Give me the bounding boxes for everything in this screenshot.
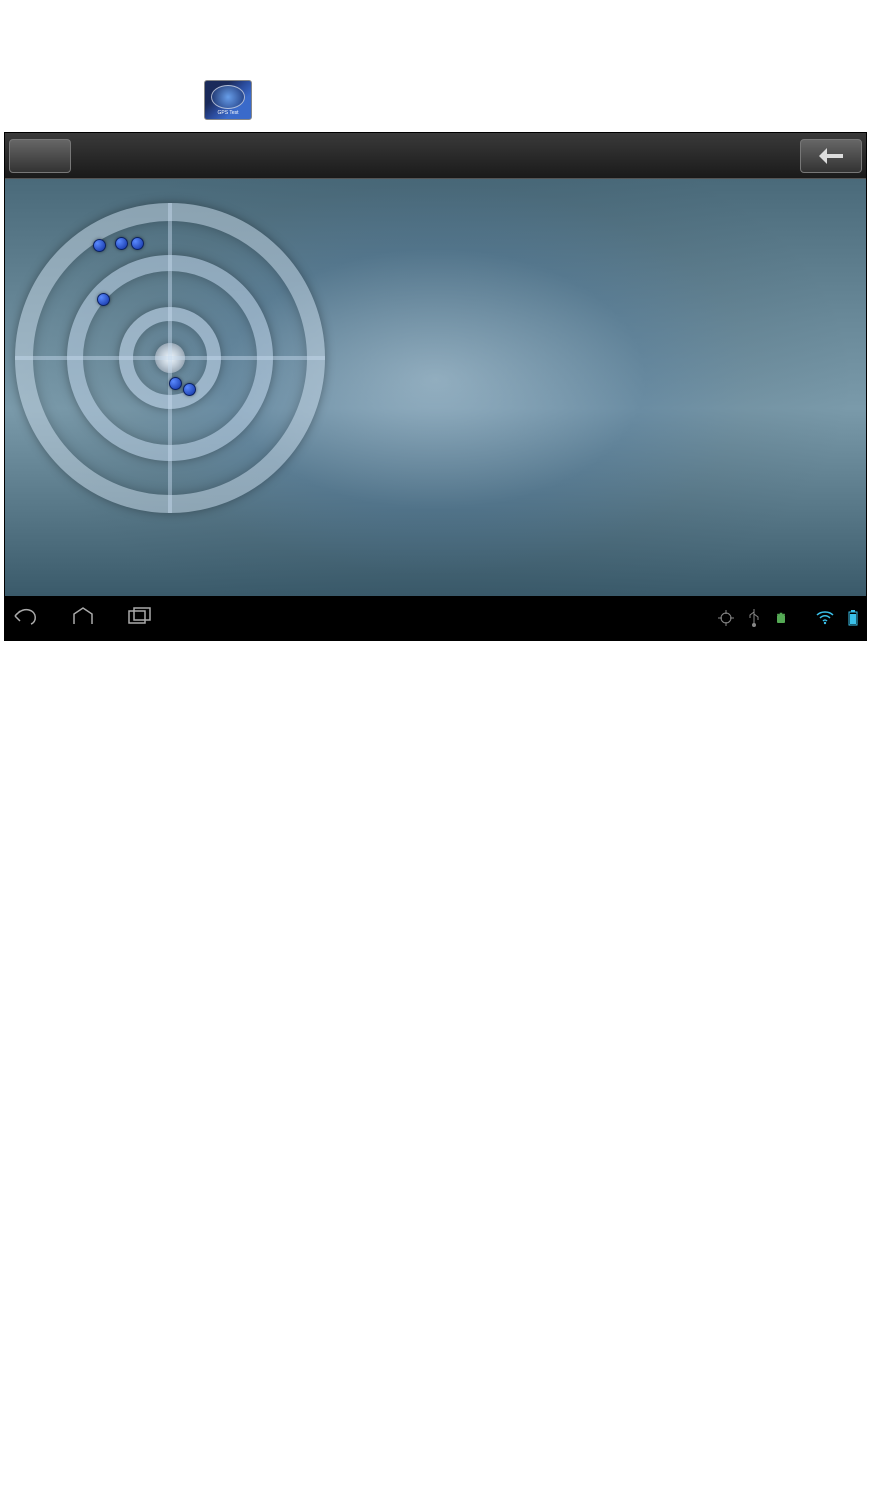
list-item [168,80,867,120]
wifi-icon [816,611,834,628]
gps-screenshot [4,132,867,641]
screenshot-body [5,179,866,596]
back-arrow-icon [819,148,843,164]
satellite-dot [131,237,144,250]
target-icon [718,610,734,629]
battery-icon [848,610,858,629]
gps-radar [15,203,325,513]
nav-home-icon[interactable] [71,606,95,632]
nav-back-icon[interactable] [13,606,39,632]
satellite-dot [97,293,110,306]
satellite-dot [93,239,106,252]
android-nav-bar [5,596,866,641]
gps-test-app-icon [204,80,252,120]
list-text [202,80,254,120]
back-button[interactable] [800,139,862,173]
satellite-dot [169,377,182,390]
android-icon [774,610,788,629]
usb-icon [748,609,760,630]
satellite-dot [115,237,128,250]
satellite-dot [183,383,196,396]
screenshot-header [5,133,866,179]
ordered-list [4,68,867,120]
list-number [168,80,186,120]
reset-button[interactable] [9,139,71,173]
nav-recent-icon[interactable] [127,606,153,632]
